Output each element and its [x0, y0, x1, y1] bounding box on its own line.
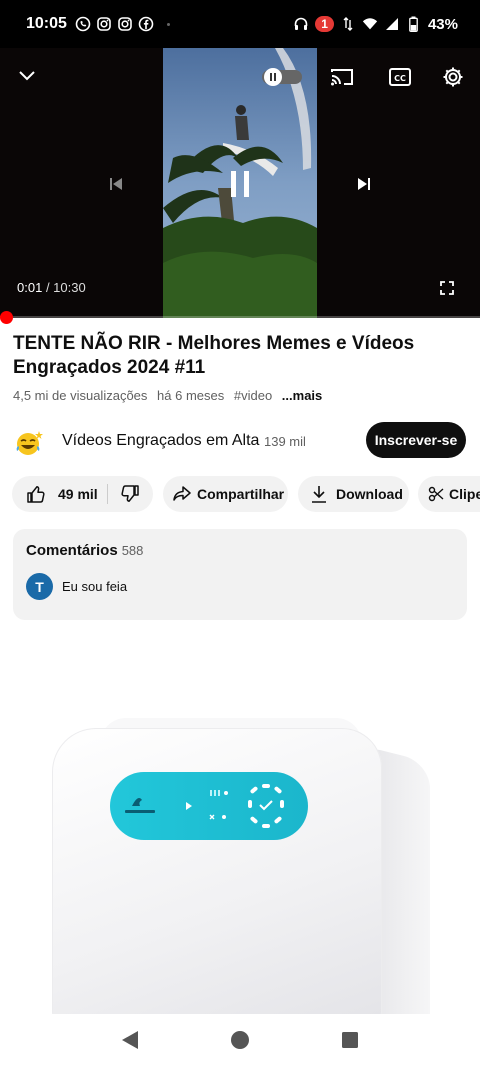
previous-button[interactable]	[104, 172, 128, 196]
battery-percent: 43%	[427, 15, 458, 33]
autoplay-toggle[interactable]	[262, 68, 302, 86]
video-player[interactable]: CC 0:01 / 10:30	[0, 48, 480, 318]
back-triangle-icon	[122, 1031, 138, 1049]
instagram-icon	[117, 16, 133, 32]
like-divider	[107, 484, 108, 504]
like-button[interactable]	[26, 484, 46, 504]
facebook-icon	[138, 16, 154, 32]
progress-scrubber[interactable]	[0, 311, 13, 324]
status-time: 10:05	[26, 15, 67, 32]
settings-button[interactable]	[440, 64, 466, 90]
chevron-down-icon	[19, 71, 35, 81]
skip-next-icon	[358, 178, 370, 190]
like-count[interactable]: 49 mil	[58, 486, 98, 502]
download-button[interactable]: Download	[298, 476, 409, 512]
comments-count: 588	[121, 543, 144, 558]
laughing-emoji-icon	[16, 431, 43, 455]
comment-avatar: T	[26, 573, 53, 600]
cast-icon	[331, 69, 353, 86]
clip-label: Clipe	[449, 486, 480, 502]
time-display: 0:01 / 10:30	[17, 280, 86, 295]
home-button[interactable]	[228, 1028, 252, 1052]
video-title[interactable]: TENTE NÃO RIR - Melhores Memes e Vídeos …	[13, 332, 453, 380]
system-nav-bar	[0, 1014, 480, 1066]
current-time: 0:01	[17, 280, 43, 295]
battery-icon	[406, 16, 422, 32]
recents-button[interactable]	[338, 1028, 362, 1052]
clip-button[interactable]: Clipe	[418, 476, 480, 512]
hashtag-link[interactable]: #video	[234, 388, 272, 403]
share-icon	[173, 486, 191, 502]
pause-icon	[231, 171, 249, 197]
scissors-icon	[428, 486, 444, 502]
progress-track[interactable]	[0, 316, 480, 318]
share-label: Compartilhar	[197, 486, 285, 502]
video-meta[interactable]: 4,5 mi de visualizações há 6 meses #vide…	[13, 388, 328, 403]
notification-icons	[75, 16, 170, 32]
status-right: 1 43%	[293, 16, 458, 33]
channel-row: Vídeos Engraçados em Alta 139 mil Inscre…	[0, 422, 480, 460]
device-control-panel	[110, 772, 308, 840]
fullscreen-icon	[440, 281, 454, 295]
back-button[interactable]	[118, 1028, 142, 1052]
thumbs-up-icon	[27, 486, 45, 503]
signal-icon	[384, 16, 400, 32]
home-circle-icon	[231, 1031, 249, 1049]
fullscreen-button[interactable]	[436, 277, 458, 299]
download-icon	[311, 485, 327, 503]
device-body	[52, 728, 382, 1014]
status-bar: 10:05 1 43%	[0, 0, 480, 48]
actions-row: 49 mil Compartilhar Download Clipe	[0, 476, 480, 512]
more-notifications-dot	[166, 22, 170, 26]
whatsapp-icon	[75, 16, 91, 32]
instagram-icon	[96, 16, 112, 32]
dislike-button[interactable]	[120, 484, 140, 504]
next-button[interactable]	[352, 172, 376, 196]
ad-product-image[interactable]	[0, 700, 480, 1014]
notification-badge: 1	[315, 16, 334, 32]
wifi-icon	[362, 16, 378, 32]
view-count: 4,5 mi de visualizações	[13, 388, 148, 403]
gear-icon	[443, 67, 463, 87]
pause-button[interactable]	[222, 166, 258, 202]
total-time: / 10:30	[45, 280, 86, 295]
channel-avatar[interactable]	[14, 428, 46, 456]
share-button[interactable]: Compartilhar	[163, 476, 288, 512]
comments-card[interactable]: Comentários 588 T Eu sou feia	[13, 529, 467, 620]
cast-button[interactable]	[329, 65, 355, 89]
upload-age: há 6 meses	[157, 388, 225, 403]
thumbs-down-icon	[121, 485, 139, 502]
subscriber-count: 139 mil	[264, 434, 306, 449]
svg-text:CC: CC	[394, 74, 406, 83]
subscribe-button[interactable]: Inscrever-se	[366, 422, 466, 458]
comments-title: Comentários	[26, 542, 118, 559]
like-dislike-group: 49 mil	[12, 476, 153, 512]
top-comment-text: Eu sou feia	[62, 579, 128, 594]
comments-heading: Comentários 588	[26, 542, 143, 559]
minimize-button[interactable]	[14, 64, 40, 88]
download-label: Download	[336, 486, 403, 502]
recents-square-icon	[342, 1032, 358, 1048]
more-link[interactable]: ...mais	[282, 388, 322, 403]
captions-button[interactable]: CC	[387, 65, 413, 89]
headphones-icon	[293, 16, 309, 32]
channel-name[interactable]: Vídeos Engraçados em Alta	[62, 432, 259, 450]
closed-captions-icon: CC	[389, 68, 411, 86]
skip-previous-icon	[110, 178, 122, 190]
data-arrows-icon	[340, 16, 356, 32]
